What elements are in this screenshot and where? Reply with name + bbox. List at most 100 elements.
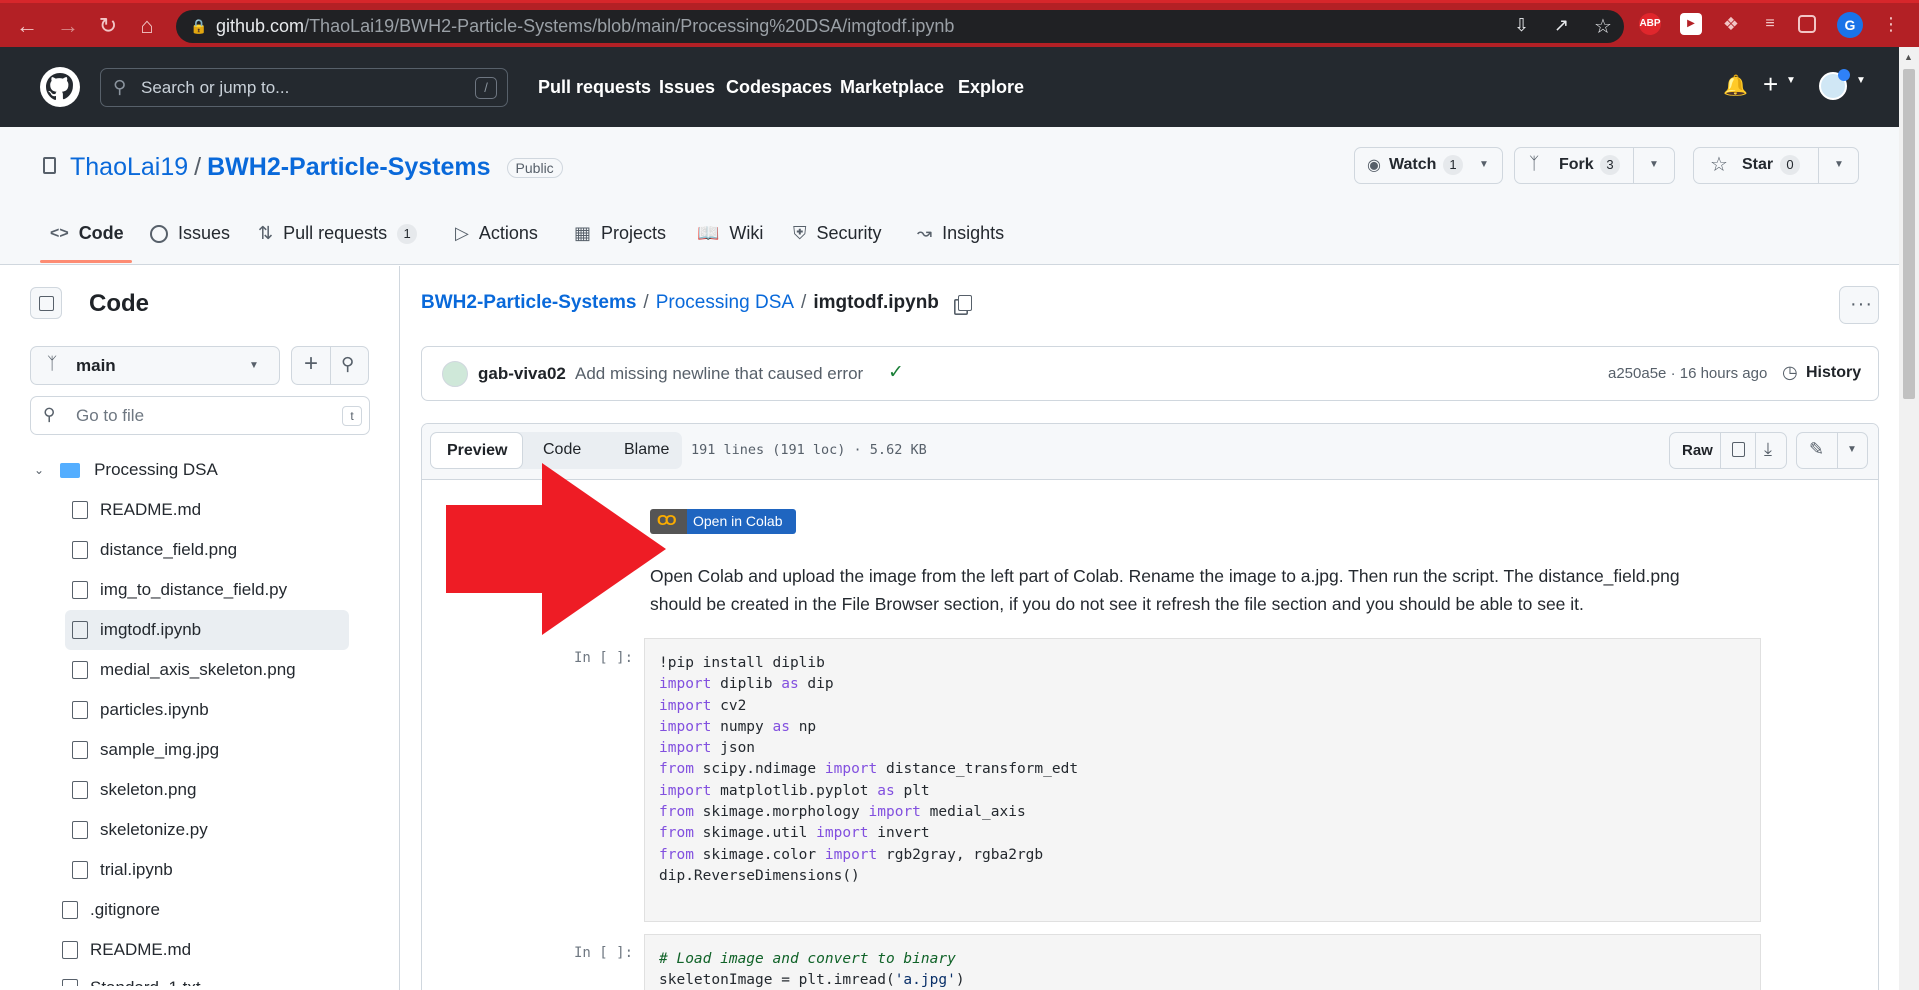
tree-file[interactable]: skeleton.png [72,780,196,800]
download-icon[interactable]: ⤓ [1764,439,1772,460]
tree-file[interactable]: img_to_distance_field.py [72,580,287,600]
scrollbar-thumb[interactable] [1903,69,1915,399]
extension-icon[interactable]: ▶ [1680,13,1702,35]
tree-file[interactable]: README.md [72,500,201,520]
watch-button[interactable]: ◉ Watch 1 ▼ [1354,147,1503,184]
repo-owner-link[interactable]: ThaoLai19 [70,153,188,182]
bookmark-star-icon[interactable]: ☆ [1594,14,1612,39]
notifications-bell-icon[interactable]: 🔔 [1723,73,1748,98]
search-icon[interactable]: ⚲ [341,354,354,375]
pencil-icon[interactable]: ✎ [1809,439,1824,460]
address-bar[interactable]: 🔒 github.com/ThaoLai19/BWH2-Particle-Sys… [176,10,1624,43]
reload-icon[interactable]: ↻ [95,13,121,39]
tab-insights[interactable]: ↝ Insights [917,223,1004,244]
chevron-down-icon[interactable]: ▼ [1834,159,1844,170]
tab-code[interactable]: <> Code [50,223,124,244]
scroll-up-icon[interactable]: ▲ [1904,52,1913,62]
profile-avatar[interactable]: G [1837,12,1863,38]
go-to-file-input[interactable]: ⚲ Go to file t [30,396,370,435]
open-in-colab-badge[interactable]: CO Open in Colab [650,509,796,534]
more-options-button[interactable]: ··· [1839,286,1879,324]
puzzle-icon[interactable]: ❖ [1720,13,1742,35]
tree-file[interactable]: particles.ipynb [72,700,209,720]
commit-author[interactable]: gab-viva02 [478,364,566,384]
fork-button[interactable]: ᛉ Fork 3 ▼ [1514,147,1675,184]
chevron-down-icon[interactable]: ▼ [1847,444,1857,455]
tree-file[interactable]: medial_axis_skeleton.png [72,660,296,680]
search-icon: ⚲ [113,77,127,97]
view-tab-code[interactable]: Code [543,441,581,459]
side-panel-icon[interactable] [1798,15,1816,33]
nav-explore[interactable]: Explore [958,77,1024,98]
branch-select-button[interactable]: ᛉ main ▼ [30,346,280,385]
chevron-down-icon: ▼ [249,360,259,371]
tab-actions[interactable]: ▷ Actions [455,223,538,244]
file-icon [62,979,78,986]
chevron-down-icon[interactable]: ▼ [1856,75,1866,86]
github-search-input[interactable]: ⚲ Search or jump to... / [100,68,508,107]
history-clock-icon: ◷ [1782,362,1798,382]
commit-meta[interactable]: a250a5e · 16 hours ago [1608,365,1767,382]
forward-icon[interactable]: → [55,13,81,39]
nav-marketplace[interactable]: Marketplace [840,77,944,98]
file-icon [62,901,78,919]
collapse-sidebar-button[interactable] [30,287,62,319]
file-content-box: Preview Code Blame 191 lines (191 loc) ·… [421,423,1879,990]
adblock-icon[interactable]: ABP [1639,13,1661,35]
code-icon: <> [50,224,69,242]
chevron-down-icon[interactable]: ▼ [1786,75,1796,86]
tree-file[interactable]: distance_field.png [72,540,237,560]
tree-folder-processing-dsa[interactable]: ⌄ Processing DSA [34,460,218,480]
file-breadcrumb: BWH2-Particle-Systems / Processing DSA /… [421,292,972,314]
star-icon: ☆ [1710,154,1728,176]
nav-pull-requests[interactable]: Pull requests [538,77,651,98]
tree-file[interactable]: sample_img.jpg [72,740,219,760]
file-actions-group: + ⚲ [291,346,369,385]
tree-file[interactable]: .gitignore [62,900,160,920]
search-shortcut-key: / [475,77,497,99]
create-new-plus-icon[interactable]: + [1763,69,1778,100]
tab-security[interactable]: ⛨ Security [793,223,882,244]
browser-menu-icon[interactable]: ⋮ [1882,15,1900,33]
back-icon[interactable]: ← [14,13,40,39]
home-icon[interactable]: ⌂ [134,13,160,39]
breadcrumb-file-name: imgtodf.ipynb [813,292,939,313]
breadcrumb-repo-link[interactable]: BWH2-Particle-Systems [421,292,636,314]
breadcrumb-folder-link[interactable]: Processing DSA [656,292,794,314]
commit-message[interactable]: Add missing newline that caused error [575,364,863,384]
file-icon [72,501,88,519]
code-cell: # Load image and convert to binary skele… [644,934,1761,990]
star-button[interactable]: ☆ Star 0 ▼ [1693,147,1859,184]
nav-issues[interactable]: Issues [659,77,715,98]
copy-path-icon[interactable] [957,295,972,311]
copy-raw-icon[interactable] [1732,442,1745,457]
tab-wiki[interactable]: 📖 Wiki [697,223,763,244]
github-logo-icon[interactable] [40,67,80,107]
tree-file[interactable]: Standard_1.txt [62,978,201,986]
page-scrollbar[interactable]: ▲ [1899,47,1919,990]
file-tree-sidebar: Code ᛉ main ▼ + ⚲ ⚲ Go to file t ⌄ Proce… [0,266,400,990]
tree-file[interactable]: trial.ipynb [72,860,173,880]
view-tab-blame[interactable]: Blame [624,441,669,459]
history-link[interactable]: History [1806,364,1861,382]
raw-button[interactable]: Raw [1682,442,1713,459]
tree-file[interactable]: README.md [62,940,191,960]
tab-pull-requests[interactable]: ⇅ Pull requests 1 [258,223,418,244]
nav-codespaces[interactable]: Codespaces [726,77,832,98]
add-file-plus-icon[interactable]: + [304,350,318,378]
reading-list-icon[interactable]: ≡ [1759,13,1781,35]
chevron-down-icon[interactable]: ▼ [1479,159,1489,170]
eye-icon: ◉ [1367,157,1381,174]
share-icon[interactable]: ↗ [1554,15,1569,36]
tab-issues[interactable]: Issues [150,223,230,244]
file-icon [72,541,88,559]
folder-icon [60,462,81,478]
tree-file[interactable]: skeletonize.py [72,820,208,840]
tree-file-selected[interactable]: imgtodf.ipynb [72,620,201,640]
install-icon[interactable]: ⇩ [1514,15,1529,36]
repo-name-link[interactable]: BWH2-Particle-Systems [207,153,490,182]
sidebar-title: Code [89,290,149,317]
chevron-down-icon[interactable]: ▼ [1649,159,1659,170]
tab-projects[interactable]: ▦ Projects [574,223,666,244]
commit-author-avatar[interactable] [442,361,468,387]
